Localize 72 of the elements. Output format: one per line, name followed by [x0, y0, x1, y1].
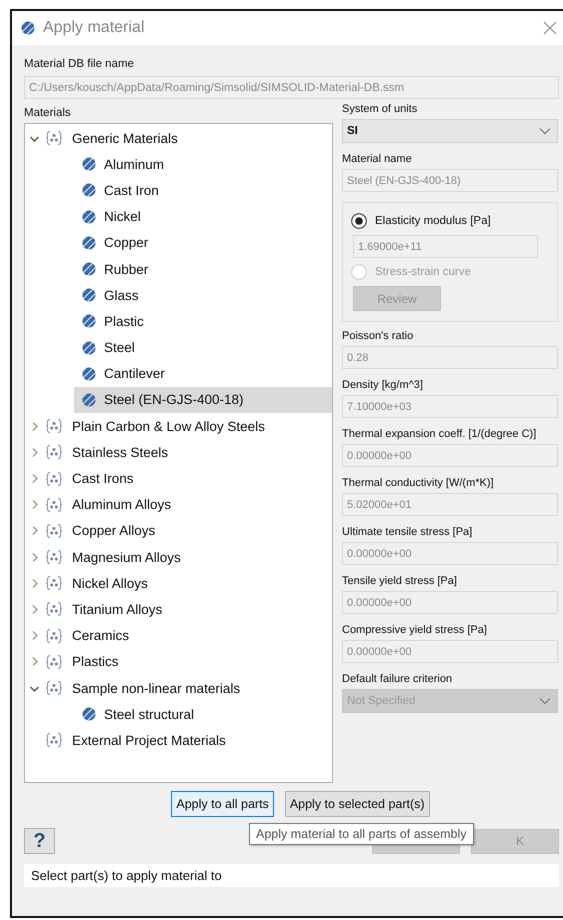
- field-label: Density [kg/m^3]: [342, 378, 424, 393]
- apply-button[interactable]: Apply to all parts: [171, 791, 274, 817]
- section-label: Materials: [24, 106, 72, 121]
- field-label: Ultimate tensile stress [Pa]: [342, 525, 474, 540]
- material-icon: [82, 707, 96, 722]
- folder-icon: [45, 522, 63, 539]
- tree-item[interactable]: Rubber: [74, 256, 332, 282]
- folder-icon: [45, 680, 63, 696]
- folder-icon: [45, 470, 63, 487]
- tree-item[interactable]: Copper: [74, 230, 332, 256]
- tooltip: Apply material to all parts of assembly: [249, 823, 474, 845]
- window-title: Apply material: [43, 19, 146, 37]
- folder-icon: [45, 444, 63, 460]
- field-label: Material name: [342, 152, 413, 167]
- tree-item[interactable]: Sample non-linear materials: [25, 674, 332, 702]
- material-icon: [82, 288, 96, 302]
- material-icon: [82, 210, 96, 224]
- tree-item[interactable]: Nickel: [74, 204, 332, 230]
- dropdown[interactable]: SI: [342, 119, 558, 143]
- folder-icon: [45, 601, 63, 618]
- folder-icon: [45, 549, 63, 566]
- tree-item[interactable]: Cast Irons: [25, 465, 332, 492]
- material-icon: [82, 314, 96, 328]
- field-label: System of units: [342, 102, 418, 117]
- radio-button[interactable]: Elasticity modulus [Pa]: [351, 213, 549, 229]
- material-icon: [82, 340, 96, 355]
- material-icon: [82, 392, 96, 407]
- tree-item[interactable]: External Project Materials: [25, 727, 332, 754]
- folder-icon: [45, 418, 63, 434]
- tree-item[interactable]: Plain Carbon & Low Alloy Steels: [25, 413, 332, 440]
- folder-icon: [45, 732, 63, 748]
- folder-icon: [45, 654, 63, 670]
- field-label: Thermal conductivity [W/(m*K)]: [342, 476, 495, 491]
- tree-item[interactable]: Copper Alloys: [25, 518, 332, 544]
- apply-button[interactable]: Apply to selected part(s): [284, 791, 430, 817]
- radio-icon: [351, 264, 367, 280]
- folder-icon: [45, 628, 63, 644]
- material-icon: [82, 183, 96, 198]
- tree-item[interactable]: Cantilever: [74, 360, 332, 387]
- tree-item[interactable]: Magnesium Alloys: [25, 544, 332, 570]
- tree-item[interactable]: Aluminum Alloys: [25, 492, 332, 518]
- field-label: Compressive yield stress [Pa]: [342, 623, 488, 638]
- field-label: Poisson's ratio: [342, 329, 414, 344]
- folder-icon: [45, 575, 63, 592]
- tree-item[interactable]: Steel (EN-GJS-400-18): [74, 386, 332, 414]
- close-icon: [543, 21, 557, 35]
- tree-item[interactable]: Steel: [74, 334, 332, 361]
- tree-item[interactable]: Glass: [74, 282, 332, 308]
- status-bar: Select part(s) to apply material to: [24, 864, 559, 887]
- folder-icon: [45, 496, 63, 513]
- field-label: Thermal expansion coeff. [1/(degree C)]: [342, 427, 538, 442]
- tree-item[interactable]: Plastics: [25, 648, 332, 675]
- tree-item[interactable]: Generic Materials: [25, 125, 332, 152]
- material-icon: [82, 236, 96, 250]
- folder-icon: [45, 130, 63, 146]
- material-icon: [82, 366, 96, 381]
- tree-item[interactable]: Aluminum: [74, 151, 332, 178]
- field-label: Material DB file name: [24, 57, 135, 72]
- tree-item[interactable]: Stainless Steels: [25, 439, 332, 466]
- tree-item[interactable]: Nickel Alloys: [25, 570, 332, 596]
- material-icon: [82, 157, 96, 172]
- tree-item[interactable]: Titanium Alloys: [25, 596, 332, 623]
- tree-item[interactable]: Steel structural: [74, 701, 332, 728]
- field-label: Tensile yield stress [Pa]: [342, 574, 458, 589]
- field-label: Default failure criterion: [342, 672, 454, 687]
- app-icon: [21, 21, 35, 35]
- material-icon: [82, 262, 96, 276]
- tree-item[interactable]: Plastic: [74, 308, 332, 334]
- radio-icon: [351, 213, 367, 229]
- help-button[interactable]: ?: [24, 828, 55, 854]
- tree-item[interactable]: Ceramics: [25, 622, 332, 649]
- tree-item[interactable]: Cast Iron: [74, 177, 332, 204]
